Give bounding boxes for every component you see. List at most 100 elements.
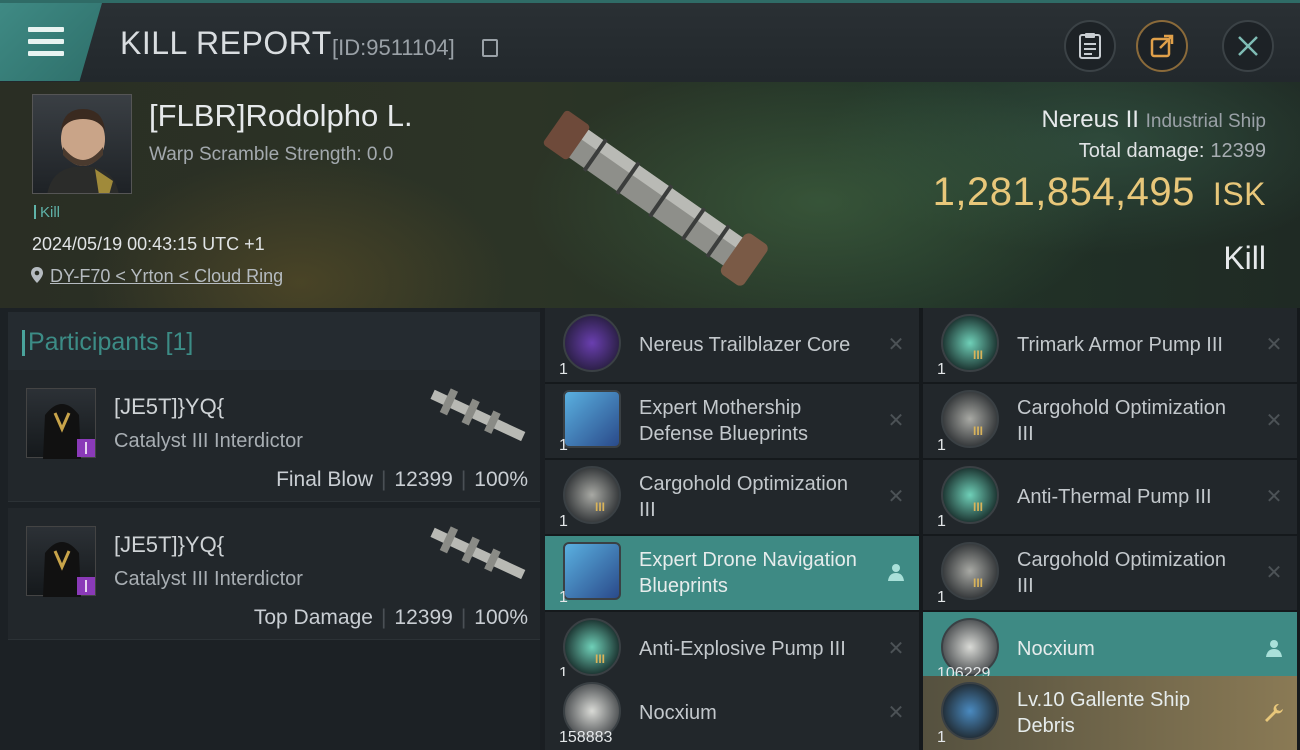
share-button[interactable] — [1136, 20, 1188, 72]
participant-role: Final Blow — [276, 468, 373, 491]
location-pin-icon — [31, 267, 43, 283]
item-name: Expert Drone Navigation Blueprints — [639, 549, 857, 597]
blueprint-icon — [563, 542, 621, 600]
close-button[interactable] — [1222, 20, 1274, 72]
item-quantity: 1 — [937, 361, 946, 378]
participant-ship-image — [430, 526, 526, 580]
item-slot[interactable]: 106229 Nocxium — [923, 612, 1297, 686]
kill-summary-panel: [FLBR]Rodolpho L. Warp Scramble Strength… — [0, 82, 1300, 308]
item-quantity: 158883 — [559, 729, 613, 746]
page-title: KILL REPORT — [120, 25, 332, 61]
participants-header: Participants [1] — [8, 312, 540, 372]
share-icon — [1150, 34, 1174, 58]
item-name: Anti-Thermal Pump III — [1017, 486, 1212, 508]
participant-role: Top Damage — [253, 606, 373, 629]
rig-icon — [941, 314, 999, 372]
participant-row[interactable]: [JE5T]}YQ{ Catalyst III Interdictor Top … — [8, 508, 540, 640]
participant-avatar[interactable] — [26, 388, 96, 459]
report-button[interactable] — [1064, 20, 1116, 72]
item-slot[interactable]: III 1 Trimark Armor Pump III ✕ — [923, 308, 1297, 382]
item-quantity: 1 — [559, 361, 568, 378]
rig-icon — [941, 466, 999, 524]
rig-icon — [563, 618, 621, 676]
victim-name[interactable]: [FLBR]Rodolpho L. — [149, 98, 413, 134]
participants-title: Participants [1] — [21, 328, 194, 356]
participant-stats: Final Blow | 12399 | 100% — [276, 468, 528, 491]
item-quantity: 1 — [937, 729, 946, 746]
isk-unit: ISK — [1212, 176, 1266, 212]
header-bar: KILL REPORT [ID:9511104] — [0, 0, 1300, 82]
participant-name: [JE5T]}YQ{ — [114, 394, 225, 419]
item-name: Cargohold Optimization III — [1017, 397, 1226, 445]
item-slot[interactable]: 1 Nereus Trailblazer Core ✕ — [545, 308, 919, 382]
warp-scramble-strength: Warp Scramble Strength: 0.0 — [149, 144, 394, 165]
wrench-icon[interactable] — [1263, 702, 1285, 724]
item-slot[interactable]: III 1 Cargohold Optimization III ✕ — [545, 460, 919, 534]
menu-button[interactable] — [0, 3, 102, 81]
kill-datetime: 2024/05/19 00:43:15 UTC +1 — [32, 234, 265, 254]
item-slot[interactable]: III 1 Anti-Thermal Pump III ✕ — [923, 460, 1297, 534]
participant-ship: Catalyst III Interdictor — [114, 568, 303, 590]
item-slot[interactable]: III 1 Anti-Explosive Pump III ✕ — [545, 612, 919, 686]
close-icon[interactable]: ✕ — [1263, 410, 1285, 432]
close-icon[interactable]: ✕ — [885, 638, 907, 660]
item-slot[interactable]: 158883 Nocxium ✕ — [545, 676, 919, 750]
victim-avatar[interactable] — [32, 94, 132, 194]
item-slot[interactable]: III 1 Cargohold Optimization III ✕ — [923, 536, 1297, 610]
item-name: Nocxium — [639, 702, 717, 724]
close-icon[interactable]: ✕ — [1263, 334, 1285, 356]
participant-row[interactable]: [JE5T]}YQ{ Catalyst III Interdictor Fina… — [8, 370, 540, 502]
kill-location-link[interactable]: DY-F70 < Yrton < Cloud Ring — [30, 266, 283, 287]
person-icon[interactable] — [885, 562, 907, 584]
item-quantity: 1 — [559, 589, 568, 606]
close-icon[interactable]: ✕ — [1263, 486, 1285, 508]
core-icon — [563, 314, 621, 372]
participant-name: [JE5T]}YQ{ — [114, 532, 225, 557]
item-slot[interactable]: 1 Expert Drone Navigation Blueprints — [545, 536, 919, 610]
blueprint-icon — [563, 390, 621, 448]
participant-ship: Catalyst III Interdictor — [114, 430, 303, 452]
participant-ship-image — [430, 388, 526, 442]
victim-ship-name[interactable]: Nereus II Industrial Ship — [1042, 106, 1266, 134]
item-name: Cargohold Optimization III — [1017, 549, 1226, 597]
hamburger-icon — [28, 27, 64, 56]
kill-id: [ID:9511104] — [332, 35, 455, 60]
kill-result-label: Kill — [1223, 240, 1266, 276]
isk-value: 1,281,854,495 ISK — [933, 170, 1266, 215]
total-damage: Total damage: 12399 — [1079, 140, 1266, 163]
item-quantity: 1 — [937, 589, 946, 606]
debris-icon — [941, 682, 999, 740]
ship-class-text: Industrial Ship — [1145, 111, 1266, 132]
item-quantity: 1 — [937, 513, 946, 530]
participant-percent: 100% — [474, 606, 528, 629]
item-name: Lv.10 Gallente Ship Debris — [1017, 689, 1191, 737]
item-quantity: 1 — [559, 437, 568, 454]
cargohold-icon — [941, 542, 999, 600]
person-icon[interactable] — [1263, 638, 1285, 660]
isk-amount: 1,281,854,495 — [932, 170, 1195, 214]
close-icon[interactable]: ✕ — [885, 410, 907, 432]
item-slot[interactable]: III 1 Cargohold Optimization III ✕ — [923, 384, 1297, 458]
close-icon[interactable]: ✕ — [1263, 562, 1285, 584]
item-slot[interactable]: 1 Lv.10 Gallente Ship Debris — [923, 676, 1297, 750]
total-damage-label: Total damage: — [1078, 140, 1205, 162]
pilot-portrait-icon — [47, 109, 119, 193]
cargohold-icon — [563, 466, 621, 524]
participant-percent: 100% — [474, 468, 528, 491]
clipboard-icon — [1079, 33, 1101, 59]
item-name: Cargohold Optimization III — [639, 473, 848, 521]
participant-avatar[interactable] — [26, 526, 96, 597]
item-name: Expert Mothership Defense Blueprints — [639, 397, 808, 445]
cargohold-icon — [941, 390, 999, 448]
item-slot[interactable]: 1 Expert Mothership Defense Blueprints ✕ — [545, 384, 919, 458]
participant-damage: 12399 — [394, 468, 453, 491]
close-icon[interactable]: ✕ — [885, 486, 907, 508]
item-name: Nocxium — [1017, 638, 1095, 660]
item-quantity: 1 — [937, 437, 946, 454]
close-icon[interactable]: ✕ — [885, 334, 907, 356]
close-icon[interactable]: ✕ — [885, 702, 907, 724]
copy-icon[interactable] — [482, 39, 498, 57]
participant-damage: 12399 — [394, 606, 453, 629]
pilot-portrait-icon — [43, 404, 95, 459]
ship-name-text: Nereus II — [1041, 106, 1139, 133]
